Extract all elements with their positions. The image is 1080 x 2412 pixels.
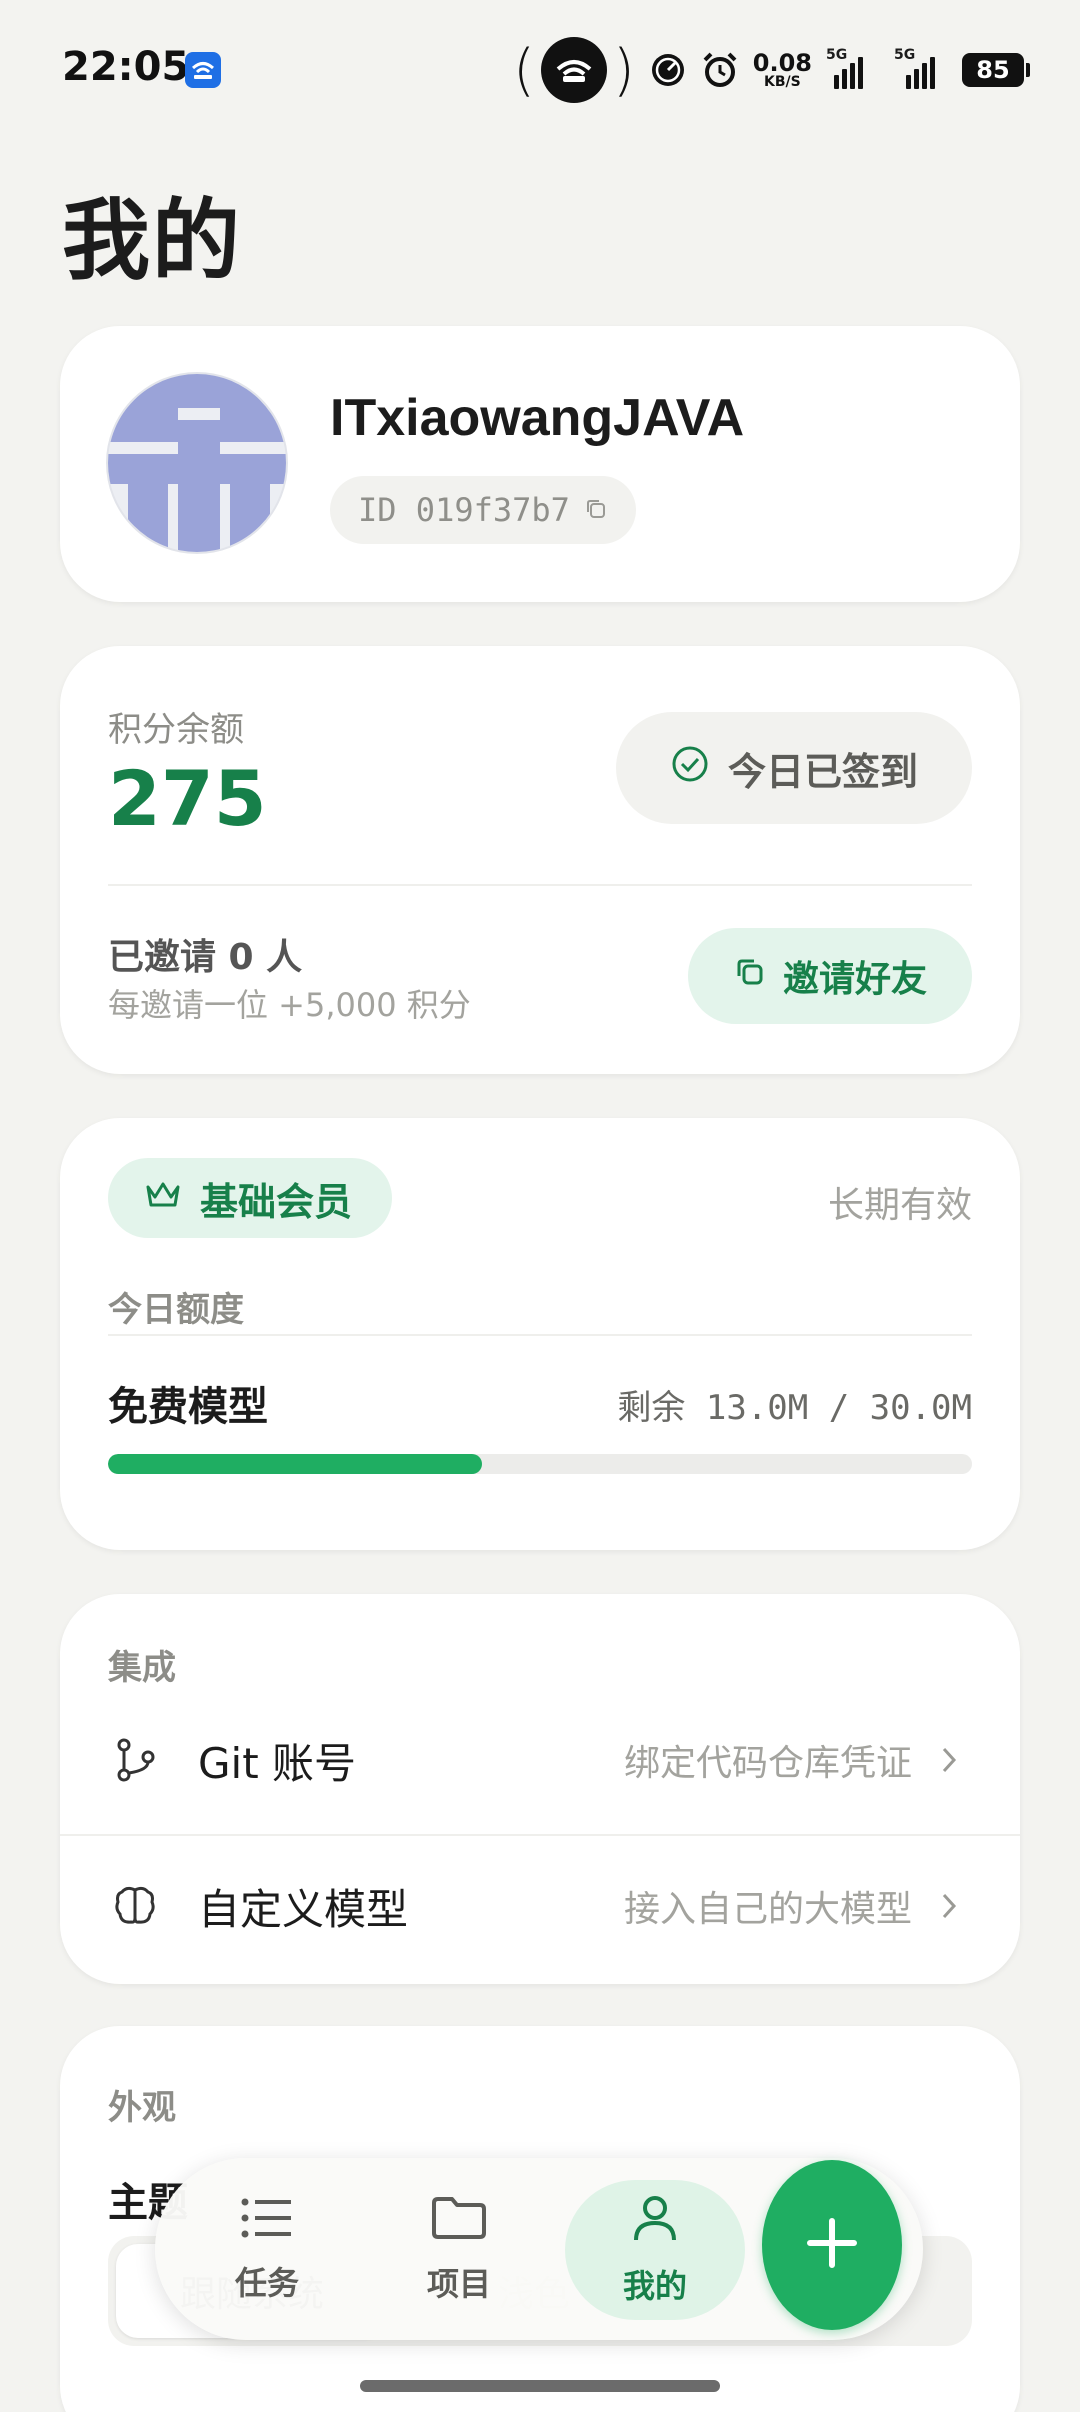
status-bar: 22:05 ( ) 0.08 KB/S 5G 5G 85 bbox=[0, 0, 1080, 140]
nav-label-projects: 项目 bbox=[426, 2265, 491, 2303]
quota-model-name: 免费模型 bbox=[108, 1384, 268, 1430]
checkin-button[interactable]: 今日已签到 bbox=[616, 712, 972, 824]
nav-tab-tasks[interactable]: 任务 bbox=[177, 2180, 357, 2320]
nav-label-me: 我的 bbox=[622, 2267, 687, 2305]
hotspot-paren-right: ) bbox=[612, 37, 635, 103]
page-title: 我的 bbox=[62, 189, 243, 292]
integration-card: 集成 Git 账号 绑定代码仓库凭证 自定义模型 接入自己的大模型 bbox=[60, 1594, 1020, 1984]
check-circle-icon bbox=[670, 744, 710, 793]
membership-label: 基础会员 bbox=[200, 1179, 353, 1224]
invite-hint: 每邀请一位 +5,000 积分 bbox=[108, 986, 471, 1024]
person-icon bbox=[630, 2193, 680, 2251]
profile-card[interactable]: ITxiaowangJAVA ID 019f37b7 bbox=[60, 326, 1020, 602]
membership-validity: 长期有效 bbox=[827, 1185, 972, 1226]
alarm-icon bbox=[701, 51, 739, 89]
copy-icon bbox=[733, 955, 767, 998]
hotspot-paren-left: ( bbox=[513, 37, 535, 103]
network-speed: 0.08 KB/S bbox=[753, 51, 812, 89]
membership-card: 基础会员 长期有效 今日额度 免费模型 剩余 13.0M / 30.0M bbox=[60, 1118, 1020, 1550]
folder-icon bbox=[430, 2195, 488, 2249]
net-speed-value: 0.08 bbox=[752, 49, 812, 77]
avatar[interactable] bbox=[106, 372, 288, 554]
divider bbox=[108, 1334, 972, 1336]
git-account-title: Git 账号 bbox=[198, 1738, 357, 1788]
copy-icon[interactable] bbox=[584, 491, 608, 529]
battery-icon: 85 bbox=[962, 53, 1030, 87]
signal-sim1-icon: 5G bbox=[826, 47, 874, 89]
divider bbox=[108, 884, 972, 886]
sim2-label: 5G bbox=[894, 47, 916, 63]
list-icon bbox=[239, 2196, 295, 2248]
chevron-right-icon bbox=[934, 1745, 964, 1775]
invite-friends-label: 邀请好友 bbox=[782, 959, 927, 1000]
username: ITxiaowangJAVA bbox=[330, 389, 745, 447]
nav-tab-me[interactable]: 我的 bbox=[565, 2180, 745, 2320]
list-item-git-account[interactable]: Git 账号 绑定代码仓库凭证 bbox=[60, 1690, 1020, 1830]
home-indicator[interactable] bbox=[360, 2380, 720, 2392]
list-item-custom-model[interactable]: 自定义模型 接入自己的大模型 bbox=[60, 1836, 1020, 1976]
add-button[interactable] bbox=[762, 2160, 902, 2330]
app-notification-icon bbox=[185, 52, 221, 88]
git-account-desc: 绑定代码仓库凭证 bbox=[623, 1743, 912, 1784]
git-branch-icon bbox=[110, 1735, 160, 1785]
plus-icon bbox=[804, 2215, 860, 2275]
signal-sim2-icon: 5G bbox=[888, 47, 948, 89]
quota-progress-fill bbox=[108, 1454, 483, 1474]
speedometer-icon bbox=[649, 51, 687, 89]
user-id-text: ID 019f37b7 bbox=[358, 491, 570, 529]
points-value: 275 bbox=[108, 754, 267, 843]
custom-model-title: 自定义模型 bbox=[198, 1884, 409, 1934]
points-label: 积分余额 bbox=[108, 710, 244, 750]
invited-count: 已邀请 0 人 bbox=[108, 937, 303, 978]
chevron-right-icon bbox=[934, 1891, 964, 1921]
brain-icon bbox=[110, 1881, 160, 1931]
crown-icon bbox=[144, 1176, 182, 1220]
status-time: 22:05 bbox=[62, 44, 190, 90]
hotspot-indicator: ( ) bbox=[513, 37, 635, 103]
net-speed-unit: KB/S bbox=[764, 74, 801, 90]
nav-label-tasks: 任务 bbox=[234, 2264, 299, 2302]
battery-level: 85 bbox=[962, 53, 1024, 87]
invite-friends-button[interactable]: 邀请好友 bbox=[688, 928, 972, 1024]
nav-tab-projects[interactable]: 项目 bbox=[369, 2180, 549, 2320]
hotspot-icon bbox=[540, 37, 607, 103]
quota-progress-bar bbox=[108, 1454, 972, 1474]
user-id-pill[interactable]: ID 019f37b7 bbox=[330, 476, 636, 544]
section-label-appearance: 外观 bbox=[108, 2088, 176, 2128]
section-label-integration: 集成 bbox=[108, 1648, 176, 1688]
custom-model-desc: 接入自己的大模型 bbox=[623, 1889, 912, 1930]
quota-title: 今日额度 bbox=[108, 1290, 244, 1330]
membership-badge[interactable]: 基础会员 bbox=[108, 1158, 393, 1238]
points-card: 积分余额 275 今日已签到 已邀请 0 人 每邀请一位 +5,000 积分 邀… bbox=[60, 646, 1020, 1074]
sim1-label: 5G bbox=[826, 47, 848, 63]
quota-remaining: 剩余 13.0M / 30.0M bbox=[617, 1388, 972, 1428]
checkin-label: 今日已签到 bbox=[727, 749, 918, 794]
